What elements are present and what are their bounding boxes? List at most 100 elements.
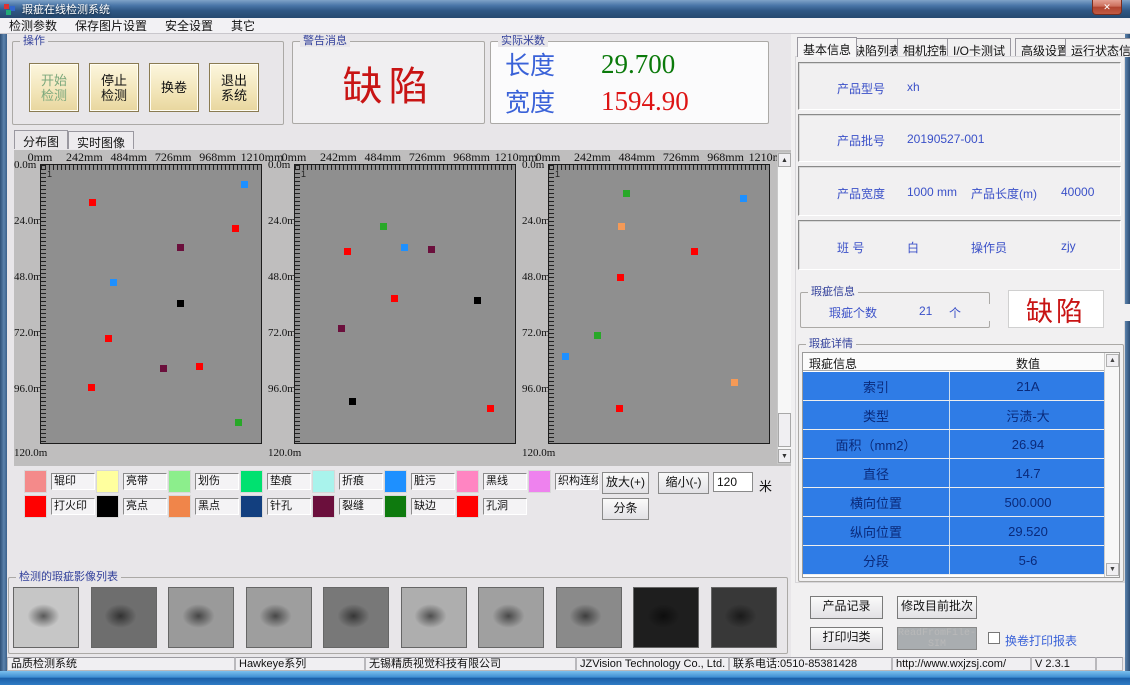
thumbnail-group-label: 检测的瑕疵影像列表 bbox=[16, 571, 121, 583]
y-tick-label: 0.0m bbox=[268, 159, 293, 171]
defect-thumbnail-5[interactable] bbox=[323, 587, 389, 648]
plots-scrollbar[interactable]: ▲ ▼ bbox=[777, 152, 792, 464]
y-tick-label: 48.0m bbox=[268, 271, 293, 283]
table-row[interactable]: 纵向位置29.520 bbox=[803, 517, 1105, 546]
axis-ticks-top bbox=[295, 165, 515, 170]
defect-point[interactable] bbox=[691, 248, 698, 255]
x-tick-label: 484mm bbox=[110, 150, 147, 165]
defect-thumbnail-4[interactable] bbox=[246, 587, 312, 648]
defect-thumbnail-3[interactable] bbox=[168, 587, 234, 648]
legend-swatch bbox=[168, 470, 191, 493]
zoom-out-button[interactable]: 缩小(-) bbox=[658, 472, 709, 494]
defect-point[interactable] bbox=[338, 325, 345, 332]
defect-point[interactable] bbox=[89, 199, 96, 206]
defect-thumbnail-10[interactable] bbox=[711, 587, 777, 648]
defect-alarm: 缺陷 bbox=[1008, 290, 1104, 328]
menu-item-2[interactable]: 保存图片设置 bbox=[66, 18, 156, 34]
defect-point[interactable] bbox=[344, 248, 351, 255]
roll-print-checkbox[interactable] bbox=[988, 632, 1000, 644]
table-row[interactable]: 索引21A bbox=[803, 372, 1105, 401]
defect-point[interactable] bbox=[88, 384, 95, 391]
product-record-button[interactable]: 产品记录 bbox=[810, 596, 883, 619]
defect-thumbnail-1[interactable] bbox=[13, 587, 79, 648]
tab-运行状态信息[interactable]: 运行状态信息 bbox=[1065, 38, 1130, 57]
defect-thumbnail-8[interactable] bbox=[556, 587, 622, 648]
defect-thumbnail-7[interactable] bbox=[478, 587, 544, 648]
menu-item-4[interactable]: 其它 bbox=[222, 18, 264, 34]
print-sort-button[interactable]: 打印归类 bbox=[810, 627, 883, 650]
defect-point[interactable] bbox=[594, 332, 601, 339]
table-row[interactable]: 面积（mm2）26.94 bbox=[803, 430, 1105, 459]
defect-point[interactable] bbox=[177, 244, 184, 251]
status-segment-5: 联系电话:0510-85381428 bbox=[729, 657, 892, 671]
defect-point[interactable] bbox=[110, 279, 117, 286]
legend-label: 织构连续 bbox=[555, 473, 599, 490]
legend-swatch bbox=[96, 470, 119, 493]
cell-label: 分段 bbox=[803, 546, 950, 574]
defect-point[interactable] bbox=[428, 246, 435, 253]
table-row[interactable]: 分段5-6 bbox=[803, 546, 1105, 575]
defect-point[interactable] bbox=[740, 195, 747, 202]
axis-ticks-top bbox=[41, 165, 261, 170]
field-value: 20190527-001 bbox=[907, 132, 984, 146]
defect-point[interactable] bbox=[235, 419, 242, 426]
defect-point[interactable] bbox=[196, 363, 203, 370]
scroll-down-icon[interactable]: ▼ bbox=[778, 449, 791, 463]
window-edge-left bbox=[0, 34, 7, 685]
defect-point[interactable] bbox=[487, 405, 494, 412]
table-row[interactable]: 直径14.7 bbox=[803, 459, 1105, 488]
defect-point[interactable] bbox=[616, 405, 623, 412]
defect-point[interactable] bbox=[391, 295, 398, 302]
title-bar[interactable]: 瑕疵在线检测系统 ✕ bbox=[0, 0, 1130, 18]
menu-item-1[interactable]: 检测参数 bbox=[0, 18, 66, 34]
roll-button[interactable]: 换卷 bbox=[149, 63, 199, 112]
scatter-plot-1: 0mm242mm484mm726mm968mm1210mm0.0m24.0m48… bbox=[14, 150, 268, 466]
table-row[interactable]: 类型污渍-大 bbox=[803, 401, 1105, 430]
table-row[interactable]: 横向位置500.000 bbox=[803, 488, 1105, 517]
plot-area: 1 bbox=[548, 164, 770, 444]
tab-基本信息[interactable]: 基本信息 bbox=[797, 37, 857, 57]
table-scrollbar[interactable]: ▲ ▼ bbox=[1104, 353, 1119, 577]
axis-ticks-left bbox=[549, 165, 554, 443]
defect-summary-group: 瑕疵信息 瑕疵个数 21 个 bbox=[800, 292, 990, 328]
defect-point[interactable] bbox=[731, 379, 738, 386]
exit-button[interactable]: 退出 系统 bbox=[209, 63, 259, 112]
defect-point[interactable] bbox=[401, 244, 408, 251]
defect-point[interactable] bbox=[177, 300, 184, 307]
menu-item-3[interactable]: 安全设置 bbox=[156, 18, 222, 34]
stop-button[interactable]: 停止 检测 bbox=[89, 63, 139, 112]
defect-point[interactable] bbox=[160, 365, 167, 372]
operation-group: 操作 开始 检测停止 检测换卷退出 系统 bbox=[12, 41, 284, 125]
zoom-in-button[interactable]: 放大(+) bbox=[602, 472, 649, 494]
table-scroll-up-icon[interactable]: ▲ bbox=[1106, 354, 1119, 367]
defect-point[interactable] bbox=[349, 398, 356, 405]
view-tab-1[interactable]: 分布图 bbox=[14, 130, 68, 149]
scale-input[interactable]: 120 bbox=[713, 472, 753, 492]
defect-point[interactable] bbox=[474, 297, 481, 304]
defect-point[interactable] bbox=[241, 181, 248, 188]
start-button[interactable]: 开始 检测 bbox=[29, 63, 79, 112]
defect-point[interactable] bbox=[617, 274, 624, 281]
y-tick-label: 48.0m bbox=[14, 271, 39, 283]
y-tick-label: 96.0m bbox=[14, 383, 39, 395]
defect-thumbnail-9[interactable] bbox=[633, 587, 699, 648]
defect-thumbnail-6[interactable] bbox=[401, 587, 467, 648]
scrollbar-thumb[interactable] bbox=[778, 413, 791, 447]
defect-point[interactable] bbox=[562, 353, 569, 360]
defect-point[interactable] bbox=[232, 225, 239, 232]
modify-batch-button[interactable]: 修改目前批次 bbox=[897, 596, 977, 619]
product-row-2: 产品批号20190527-001 bbox=[798, 114, 1121, 162]
tab-I/O卡测试[interactable]: I/O卡测试 bbox=[947, 38, 1011, 57]
defect-point[interactable] bbox=[618, 223, 625, 230]
close-icon[interactable]: ✕ bbox=[1092, 0, 1122, 15]
split-button[interactable]: 分条 bbox=[602, 498, 649, 520]
product-row-4: 班 号白操作员zjy bbox=[798, 220, 1121, 270]
defect-point[interactable] bbox=[623, 190, 630, 197]
scroll-up-icon[interactable]: ▲ bbox=[778, 153, 791, 167]
defect-point[interactable] bbox=[105, 335, 112, 342]
view-tab-2[interactable]: 实时图像 bbox=[68, 131, 134, 149]
defect-point[interactable] bbox=[380, 223, 387, 230]
cell-value: 5-6 bbox=[951, 546, 1105, 574]
table-scroll-down-icon[interactable]: ▼ bbox=[1106, 563, 1119, 576]
defect-thumbnail-2[interactable] bbox=[91, 587, 157, 648]
